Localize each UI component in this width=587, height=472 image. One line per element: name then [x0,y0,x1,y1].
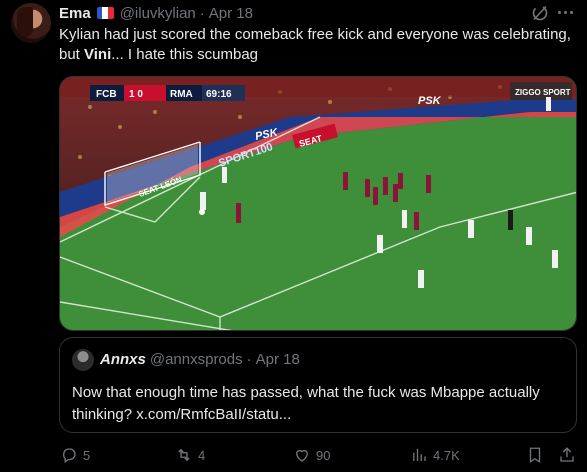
quoted-author-avatar [72,349,94,371]
views-button[interactable]: 4.7K [410,446,460,464]
repost-icon [178,448,190,462]
share-button[interactable] [558,446,581,464]
score-value: 1 0 [129,89,143,100]
tweet-text: Kylian had just scored the comeback free… [59,25,574,65]
ziggo-sport-logo: ZIGGO SPORT [515,88,571,97]
reply-count: 5 [83,447,91,463]
views-chart-icon [413,449,426,461]
ad-board-psk-2: PSK [418,95,442,107]
author-name[interactable]: Ema [59,5,91,22]
heart-icon [296,449,308,462]
quoted-tweet-text: Now that enough time has passed, what th… [72,384,540,423]
like-button[interactable]: 90 [293,446,330,464]
reply-button[interactable]: 5 [60,446,90,464]
tweet-text-bold: Vini [84,46,112,63]
more-options-icon[interactable] [558,11,573,14]
quoted-author-name: Annxs [100,351,146,368]
quoted-author-handle: @annxsprods [149,351,243,368]
match-clock: 69:16 [206,89,232,100]
repost-count: 4 [198,447,206,463]
score-home: FCB [96,89,117,100]
author-avatar[interactable] [11,3,51,43]
bookmark-icon [529,447,541,464]
tweet-text-part: ... I hate this scumbag [111,46,259,63]
action-bar: 5 4 90 4.7K [59,446,579,466]
bookmark-button[interactable] [526,446,549,464]
tweet-media-video[interactable]: FCB 1 0 RMA 69:16 PSK SPORT100 SEAT LEÓN… [59,76,577,331]
tweet-date[interactable]: Apr 18 [209,5,253,22]
score-away: RMA [170,89,193,100]
quoted-tweet-header: Annxs @annxsprods · Apr 18 [100,351,300,368]
grok-icon[interactable] [531,4,549,22]
france-flag-icon [96,7,114,19]
like-count: 90 [316,447,331,463]
separator: · [199,4,205,22]
scoreboard: FCB 1 0 RMA 69:16 [90,85,245,101]
separator: · [246,351,252,368]
tweet-header: Ema @iluvkylian · Apr 18 [59,3,253,23]
share-icon [560,447,574,462]
view-count: 4.7K [433,447,460,463]
reply-icon [63,448,76,464]
quoted-tweet[interactable]: Annxs @annxsprods · Apr 18 Now that enou… [59,337,577,433]
football-match-frame: FCB 1 0 RMA 69:16 PSK SPORT100 SEAT LEÓN… [60,77,576,330]
author-handle[interactable]: @iluvkylian [120,5,196,22]
quoted-tweet-date: Apr 18 [255,351,300,368]
repost-button[interactable]: 4 [175,446,205,464]
